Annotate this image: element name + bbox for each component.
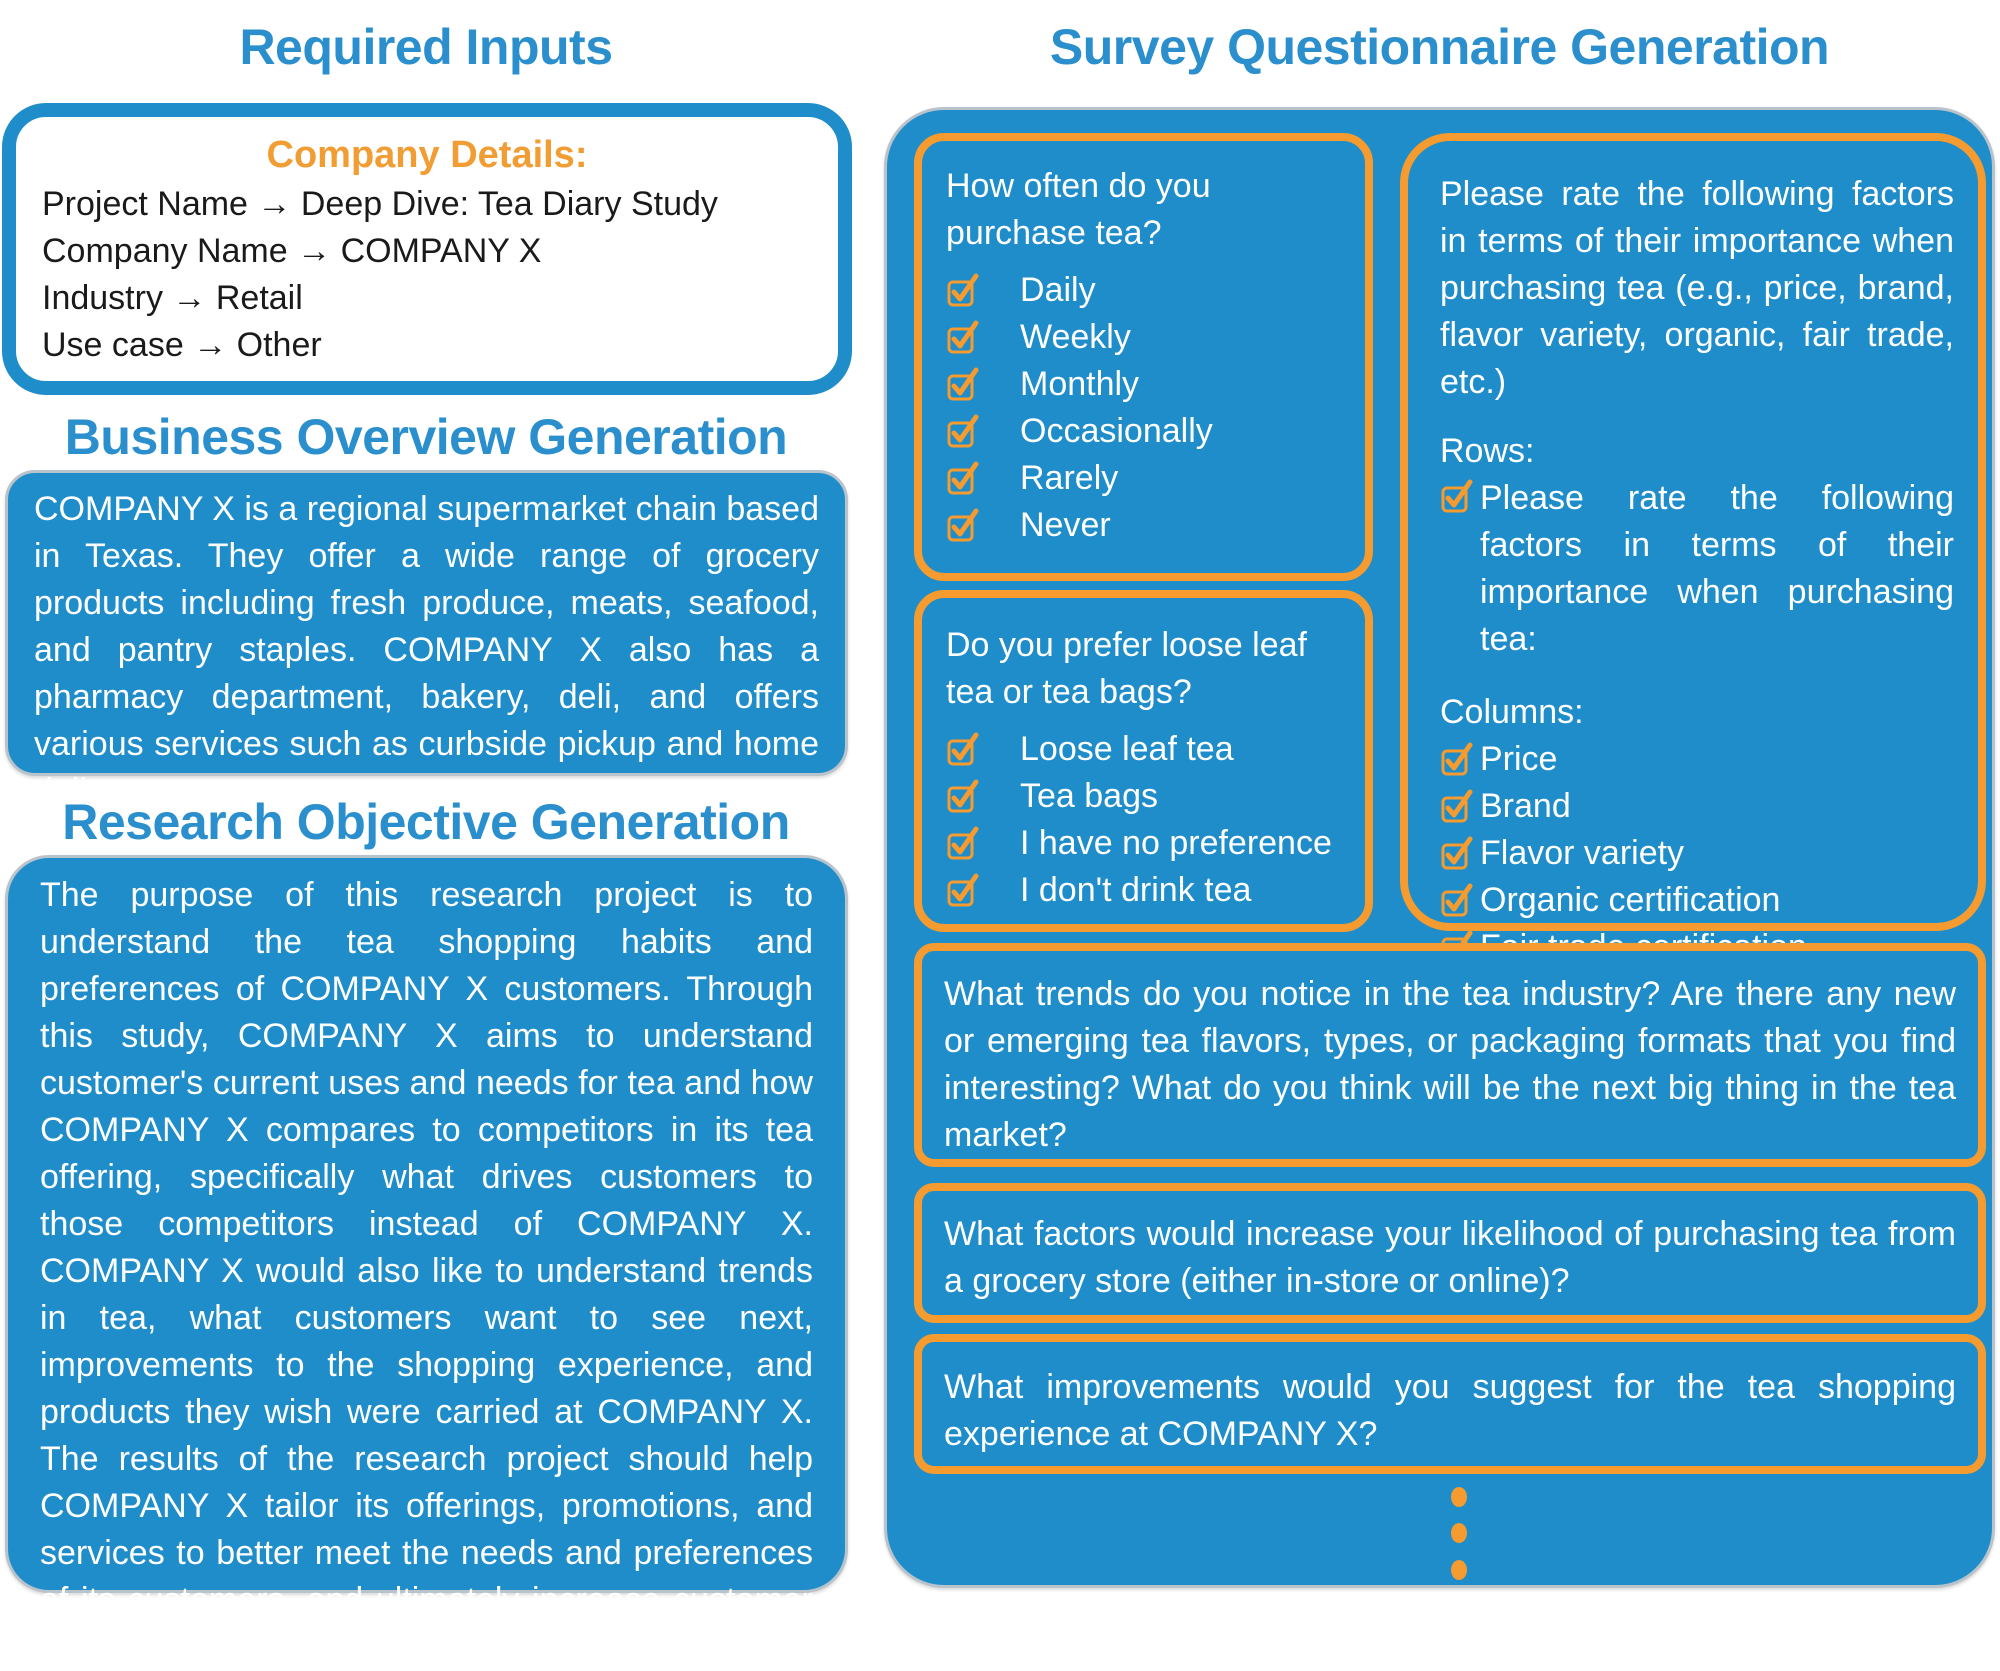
checkbox-option[interactable]: Flavor variety [1440,830,1954,877]
ellipsis-dot [1451,1523,1467,1543]
checkbox-checked-icon [946,367,980,403]
checkbox-option[interactable]: I have no preference [946,820,1341,867]
checkbox-checked-icon [946,779,980,815]
checkbox-checked-icon [946,826,980,862]
question-text: What trends do you notice in the tea ind… [944,975,1956,1154]
matrix-row-item[interactable]: Please rate the following factors in ter… [1440,475,1954,663]
question-text: Do you prefer loose leaf tea or tea bags… [946,626,1307,711]
question-card-tea-format: Do you prefer loose leaf tea or tea bags… [914,590,1373,932]
checkbox-option[interactable]: Price [1440,736,1954,783]
option-label: I don't drink tea [1020,871,1252,909]
company-details-card: Company Details: Project Name → Deep Div… [2,103,852,395]
option-label: I have no preference [1020,824,1332,862]
company-details-fields: Project Name → Deep Dive: Tea Diary Stud… [42,181,812,369]
question-card-purchase-factors: What factors would increase your likelih… [914,1183,1986,1323]
option-label: Price [1480,740,1558,778]
arrow-right-icon: → [297,232,332,270]
checkbox-checked-icon [1440,479,1474,515]
question-text: What improvements would you suggest for … [944,1368,1956,1453]
arrow-right-icon: → [193,326,228,364]
question-card-purchase-frequency: How often do you purchase tea? Daily Week… [914,133,1373,581]
option-label: Occasionally [1020,412,1213,450]
option-label: Rarely [1020,459,1119,497]
checkbox-checked-icon [1440,789,1474,825]
field-label: Project Name [42,185,248,223]
checkbox-option[interactable]: Monthly [946,361,1341,408]
option-label: Organic certification [1480,881,1781,919]
option-label: Flavor variety [1480,834,1685,872]
checkbox-checked-icon [1440,883,1474,919]
row-label: Please rate the following factors in ter… [1480,479,1954,658]
checkbox-checked-icon [946,508,980,544]
rows-label: Rows: [1440,432,1535,470]
option-label: Daily [1020,271,1096,309]
matrix-rows: Please rate the following factors in ter… [1440,475,1954,663]
columns-label: Columns: [1440,693,1584,731]
checkbox-checked-icon [946,461,980,497]
field-label: Industry [42,279,163,317]
checkbox-checked-icon [946,273,980,309]
checkbox-option[interactable]: Never [946,502,1341,549]
question-text: Please rate the following factors in ter… [1440,175,1954,401]
checkbox-checked-icon [946,414,980,450]
option-list: Daily Weekly Monthly Occasionally Rarely Neve… [946,267,1341,549]
option-label: Weekly [1020,318,1131,356]
business-overview-heading: Business Overview Generation [64,409,788,465]
research-objective-card: The purpose of this research project is … [5,855,848,1666]
ellipsis-dot [1451,1487,1467,1507]
option-label: Brand [1480,787,1571,825]
question-text: What factors would increase your likelih… [944,1215,1956,1300]
checkbox-option[interactable]: I don't drink tea [946,867,1341,914]
checkbox-checked-icon [1440,836,1474,872]
checkbox-option[interactable]: Tea bags [946,773,1341,820]
option-label: Tea bags [1020,777,1158,815]
option-label: Never [1020,506,1111,544]
checkbox-checked-icon [1440,742,1474,778]
business-overview-text: COMPANY X is a regional supermarket chai… [34,490,819,810]
checkbox-option[interactable]: Daily [946,267,1341,314]
option-label: Loose leaf tea [1020,730,1234,768]
field-value: Deep Dive: Tea Diary Study [300,185,718,223]
checkbox-option[interactable]: Organic certification [1440,877,1954,924]
question-card-rating-matrix: Please rate the following factors in ter… [1400,133,1986,966]
checkbox-option[interactable]: Occasionally [946,408,1341,455]
option-list: Loose leaf tea Tea bags I have no preferen… [946,726,1341,914]
research-objective-text: The purpose of this research project is … [40,876,813,1666]
question-card-improvements: What improvements would you suggest for … [914,1334,1986,1474]
ellipsis-dot [1451,1560,1467,1580]
checkbox-option[interactable]: Weekly [946,314,1341,361]
company-details-title: Company Details: [266,134,588,176]
research-objective-heading: Research Objective Generation [62,794,790,850]
field-value: Other [236,326,322,364]
company-field: Use case → Other [42,322,812,369]
checkbox-option[interactable]: Rarely [946,455,1341,502]
checkbox-checked-icon [946,873,980,909]
question-text: How often do you purchase tea? [946,167,1211,252]
field-label: Company Name [42,232,288,270]
checkbox-checked-icon [946,320,980,356]
company-field: Industry → Retail [42,275,812,322]
field-value: Retail [215,279,303,317]
arrow-right-icon: → [257,185,292,223]
checkbox-checked-icon [946,732,980,768]
business-overview-card: COMPANY X is a regional supermarket chai… [5,470,848,810]
company-field: Project Name → Deep Dive: Tea Diary Stud… [42,181,812,228]
option-label: Monthly [1020,365,1140,403]
survey-heading: Survey Questionnaire Generation [1049,19,1830,75]
company-field: Company Name → COMPANY X [42,228,812,275]
checkbox-option[interactable]: Loose leaf tea [946,726,1341,773]
field-label: Use case [42,326,184,364]
matrix-columns: Price Brand Flavor variety Organic certific… [1440,736,1954,971]
required-inputs-heading: Required Inputs [239,19,613,75]
question-card-tea-trends: What trends do you notice in the tea ind… [914,943,1986,1167]
arrow-right-icon: → [172,279,207,317]
checkbox-option[interactable]: Brand [1440,783,1954,830]
field-value: COMPANY X [340,232,542,270]
